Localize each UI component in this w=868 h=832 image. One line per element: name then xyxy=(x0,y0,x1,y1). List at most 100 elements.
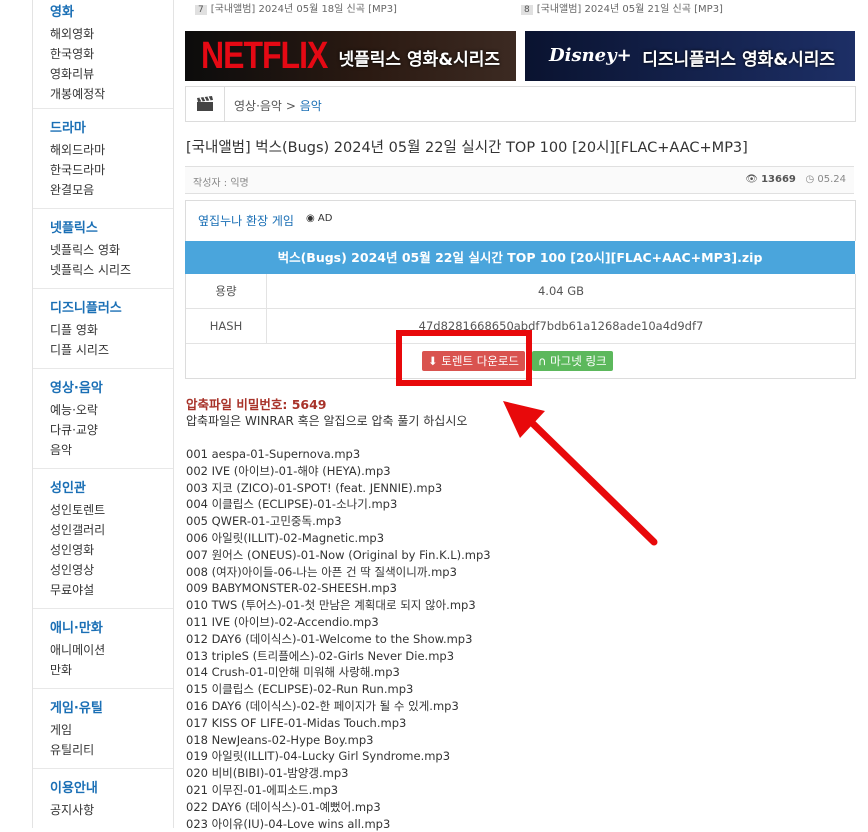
recent-post-number: 7 xyxy=(195,5,207,15)
post-author: 작성자 : 익명 xyxy=(193,178,249,189)
post-date: 05.24 xyxy=(817,174,846,185)
recent-post-title: [국내앨범] 2024년 05월 18일 신곡 [MP3] xyxy=(210,4,397,15)
track-item: 009 BABYMONSTER-02-SHEESH.mp3 xyxy=(186,581,397,596)
breadcrumb: 영상·음악 > 음악 xyxy=(185,86,856,122)
ad-box: 옆집누나 환장 게임 ◉ AD xyxy=(185,200,856,241)
track-item: 013 tripleS (트리플에스)-02-Girls Never Die.m… xyxy=(186,648,455,663)
recent-posts-row: 7 [국내앨범] 2024년 05월 18일 신곡 [MP3] 8 [국내앨범] 2… xyxy=(185,0,855,15)
sidebar-head-anime[interactable]: 애니·만화 xyxy=(50,618,105,640)
sidebar-section-guide: 이용안내 공지사항 xyxy=(50,778,98,820)
sidebar-section-games: 게임·유틸 게임 유틸리티 xyxy=(50,698,103,760)
recent-post-item[interactable]: 7 [국내앨범] 2024년 05월 18일 신곡 [MP3] xyxy=(195,0,397,15)
sidebar-head-media[interactable]: 영상·음악 xyxy=(50,378,103,400)
sidebar-divider xyxy=(33,108,173,109)
sidebar-item-utilities[interactable]: 유틸리티 xyxy=(50,740,103,760)
recent-post-item[interactable]: 8 [국내앨범] 2024년 05월 21일 신곡 [MP3] xyxy=(521,0,723,15)
sidebar-head-movies[interactable]: 영화 xyxy=(50,2,105,24)
sidebar-item-games[interactable]: 게임 xyxy=(50,720,103,740)
track-item: 021 이무진-01-에피소드.mp3 xyxy=(186,782,339,797)
sidebar-item-upcoming[interactable]: 개봉예정작 xyxy=(50,84,105,104)
recent-post-title: [국내앨범] 2024년 05월 21일 신곡 [MP3] xyxy=(536,4,723,15)
file-name-header: 벅스(Bugs) 2024년 05월 22일 실시간 TOP 100 [20시]… xyxy=(185,241,855,274)
track-item: 007 원어스 (ONEUS)-01-Now (Original by Fin.… xyxy=(186,547,491,562)
track-item: 020 비비(BIBI)-01-밤양갱.mp3 xyxy=(186,766,349,781)
file-hash-value: 47d8281668650abdf7bdb61a1268ade10a4d9df7 xyxy=(418,319,704,333)
sidebar-item-netflix-series[interactable]: 넷플릭스 시리즈 xyxy=(50,260,131,280)
breadcrumb-parent[interactable]: 영상·음악 xyxy=(234,99,282,113)
sidebar-item-foreign-drama[interactable]: 해외드라마 xyxy=(50,140,105,160)
sidebar-item-free-novels[interactable]: 무료야설 xyxy=(50,580,105,600)
track-item: 002 IVE (아이브)-01-해야 (HEYA).mp3 xyxy=(186,463,391,478)
sidebar-item-comics[interactable]: 만화 xyxy=(50,660,105,680)
track-item: 008 (여자)아이들-06-나는 아픈 건 딱 질색이니까.mp3 xyxy=(186,564,457,579)
sidebar-head-netflix[interactable]: 넷플릭스 xyxy=(50,218,131,240)
sidebar-item-movie-reviews[interactable]: 영화리뷰 xyxy=(50,64,105,84)
sidebar-item-adult-videos[interactable]: 성인영상 xyxy=(50,560,105,580)
sidebar-section-movies: 영화 해외영화 한국영화 영화리뷰 개봉예정작 xyxy=(50,2,105,104)
file-size-label: 용량 xyxy=(186,274,267,308)
sidebar-item-completed[interactable]: 완결모음 xyxy=(50,180,105,200)
post-stats: 👁 13669 ◷ 05.24 xyxy=(745,174,846,185)
track-item: 018 NewJeans-02-Hype Boy.mp3 xyxy=(186,732,374,747)
archive-note: 압축파일은 WINRAR 혹은 알집으로 압축 풀기 하십시오 xyxy=(186,414,468,428)
file-hash-label: HASH xyxy=(186,309,267,343)
sidebar-head-games[interactable]: 게임·유틸 xyxy=(50,698,103,720)
track-item: 005 QWER-01-고민중독.mp3 xyxy=(186,514,342,529)
ad-link[interactable]: 옆집누나 환장 게임 xyxy=(198,212,294,229)
track-item: 006 아일릿(ILLIT)-02-Magnetic.mp3 xyxy=(186,530,385,545)
netflix-banner[interactable]: NETFLIX 넷플릭스 영화&시리즈 xyxy=(185,31,516,81)
sidebar-item-notices[interactable]: 공지사항 xyxy=(50,800,98,820)
track-list: 001 aespa-01-Supernova.mp3 002 IVE (아이브)-… xyxy=(186,446,491,832)
sidebar-item-netflix-movies[interactable]: 넷플릭스 영화 xyxy=(50,240,131,260)
sidebar-item-adult-movies[interactable]: 성인영화 xyxy=(50,540,105,560)
sidebar-divider xyxy=(33,288,173,289)
track-item: 023 아이유(IU)-04-Love wins all.mp3 xyxy=(186,816,391,831)
track-item: 014 Crush-01-미안해 미워해 사랑해.mp3 xyxy=(186,665,400,680)
annotation-highlight-box xyxy=(396,330,532,386)
sidebar-nav: 영화 해외영화 한국영화 영화리뷰 개봉예정작 드라마 해외드라마 한국드라마 … xyxy=(32,0,174,828)
netflix-banner-title: 넷플릭스 영화&시리즈 xyxy=(338,50,500,70)
disney-logo: Disney+ xyxy=(549,45,632,66)
sidebar-item-documentary[interactable]: 다큐·교양 xyxy=(50,420,103,440)
sidebar-head-disney[interactable]: 디즈니플러스 xyxy=(50,298,122,320)
sidebar-divider xyxy=(33,208,173,209)
sidebar-divider xyxy=(33,688,173,689)
sidebar-divider xyxy=(33,468,173,469)
track-item: 017 KISS OF LIFE-01-Midas Touch.mp3 xyxy=(186,715,407,730)
disney-banner[interactable]: Disney+ 디즈니플러스 영화&시리즈 xyxy=(525,31,855,81)
track-item: 022 DAY6 (데이식스)-01-예뻤어.mp3 xyxy=(186,799,381,814)
sidebar-head-drama[interactable]: 드라마 xyxy=(50,118,105,140)
track-item: 003 지코 (ZICO)-01-SPOT! (feat. JENNIE).mp… xyxy=(186,480,443,495)
breadcrumb-path: 영상·음악 > 음악 xyxy=(234,97,322,114)
view-count: 13669 xyxy=(761,174,796,185)
sidebar-item-foreign-movies[interactable]: 해외영화 xyxy=(50,24,105,44)
sidebar-item-disney-movies[interactable]: 디플 영화 xyxy=(50,320,122,340)
netflix-logo: NETFLIX xyxy=(201,33,328,77)
breadcrumb-current[interactable]: 음악 xyxy=(300,99,322,113)
sidebar-item-adult-gallery[interactable]: 성인갤러리 xyxy=(50,520,105,540)
ad-tag-label: AD xyxy=(317,213,333,224)
sidebar-item-disney-series[interactable]: 디플 시리즈 xyxy=(50,340,122,360)
magnet-icon: ∩ xyxy=(538,354,547,368)
track-item: 010 TWS (투어스)-01-첫 만남은 계획대로 되지 않아.mp3 xyxy=(186,598,476,613)
sidebar-item-variety[interactable]: 예능·오락 xyxy=(50,400,103,420)
sidebar-head-adult[interactable]: 성인관 xyxy=(50,478,105,500)
magnet-link-button[interactable]: ∩ 마그넷 링크 xyxy=(532,351,613,371)
play-circle-icon: ◉ xyxy=(306,213,315,224)
track-item: 016 DAY6 (데이식스)-02-한 페이지가 될 수 있게.mp3 xyxy=(186,698,459,713)
sidebar-section-netflix: 넷플릭스 넷플릭스 영화 넷플릭스 시리즈 xyxy=(50,218,131,280)
sidebar-divider xyxy=(33,608,173,609)
sidebar-section-media: 영상·음악 예능·오락 다큐·교양 음악 xyxy=(50,378,103,460)
disney-banner-title: 디즈니플러스 영화&시리즈 xyxy=(642,50,835,70)
sidebar-item-music[interactable]: 음악 xyxy=(50,440,103,460)
track-item: 011 IVE (아이브)-02-Accendio.mp3 xyxy=(186,614,379,629)
sidebar-head-guide[interactable]: 이용안내 xyxy=(50,778,98,800)
sidebar-item-korean-movies[interactable]: 한국영화 xyxy=(50,44,105,64)
sidebar-item-korean-drama[interactable]: 한국드라마 xyxy=(50,160,105,180)
sidebar-item-animation[interactable]: 애니메이션 xyxy=(50,640,105,660)
sidebar-item-adult-torrent[interactable]: 성인토렌트 xyxy=(50,500,105,520)
post-meta: 작성자 : 익명 👁 13669 ◷ 05.24 xyxy=(185,166,854,194)
recent-post-number: 8 xyxy=(521,5,533,15)
eye-icon: 👁 xyxy=(745,174,758,185)
track-item: 019 아일릿(ILLIT)-04-Lucky Girl Syndrome.mp… xyxy=(186,749,451,764)
